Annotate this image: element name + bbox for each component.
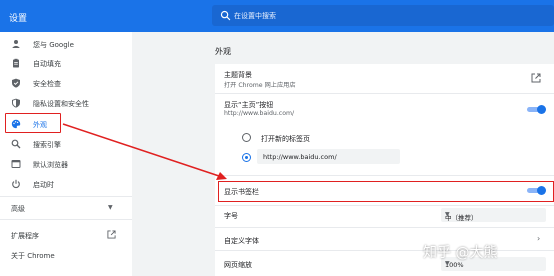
annotation-arrow [62, 123, 227, 180]
watermark: 知乎 @大熊 [423, 245, 498, 261]
